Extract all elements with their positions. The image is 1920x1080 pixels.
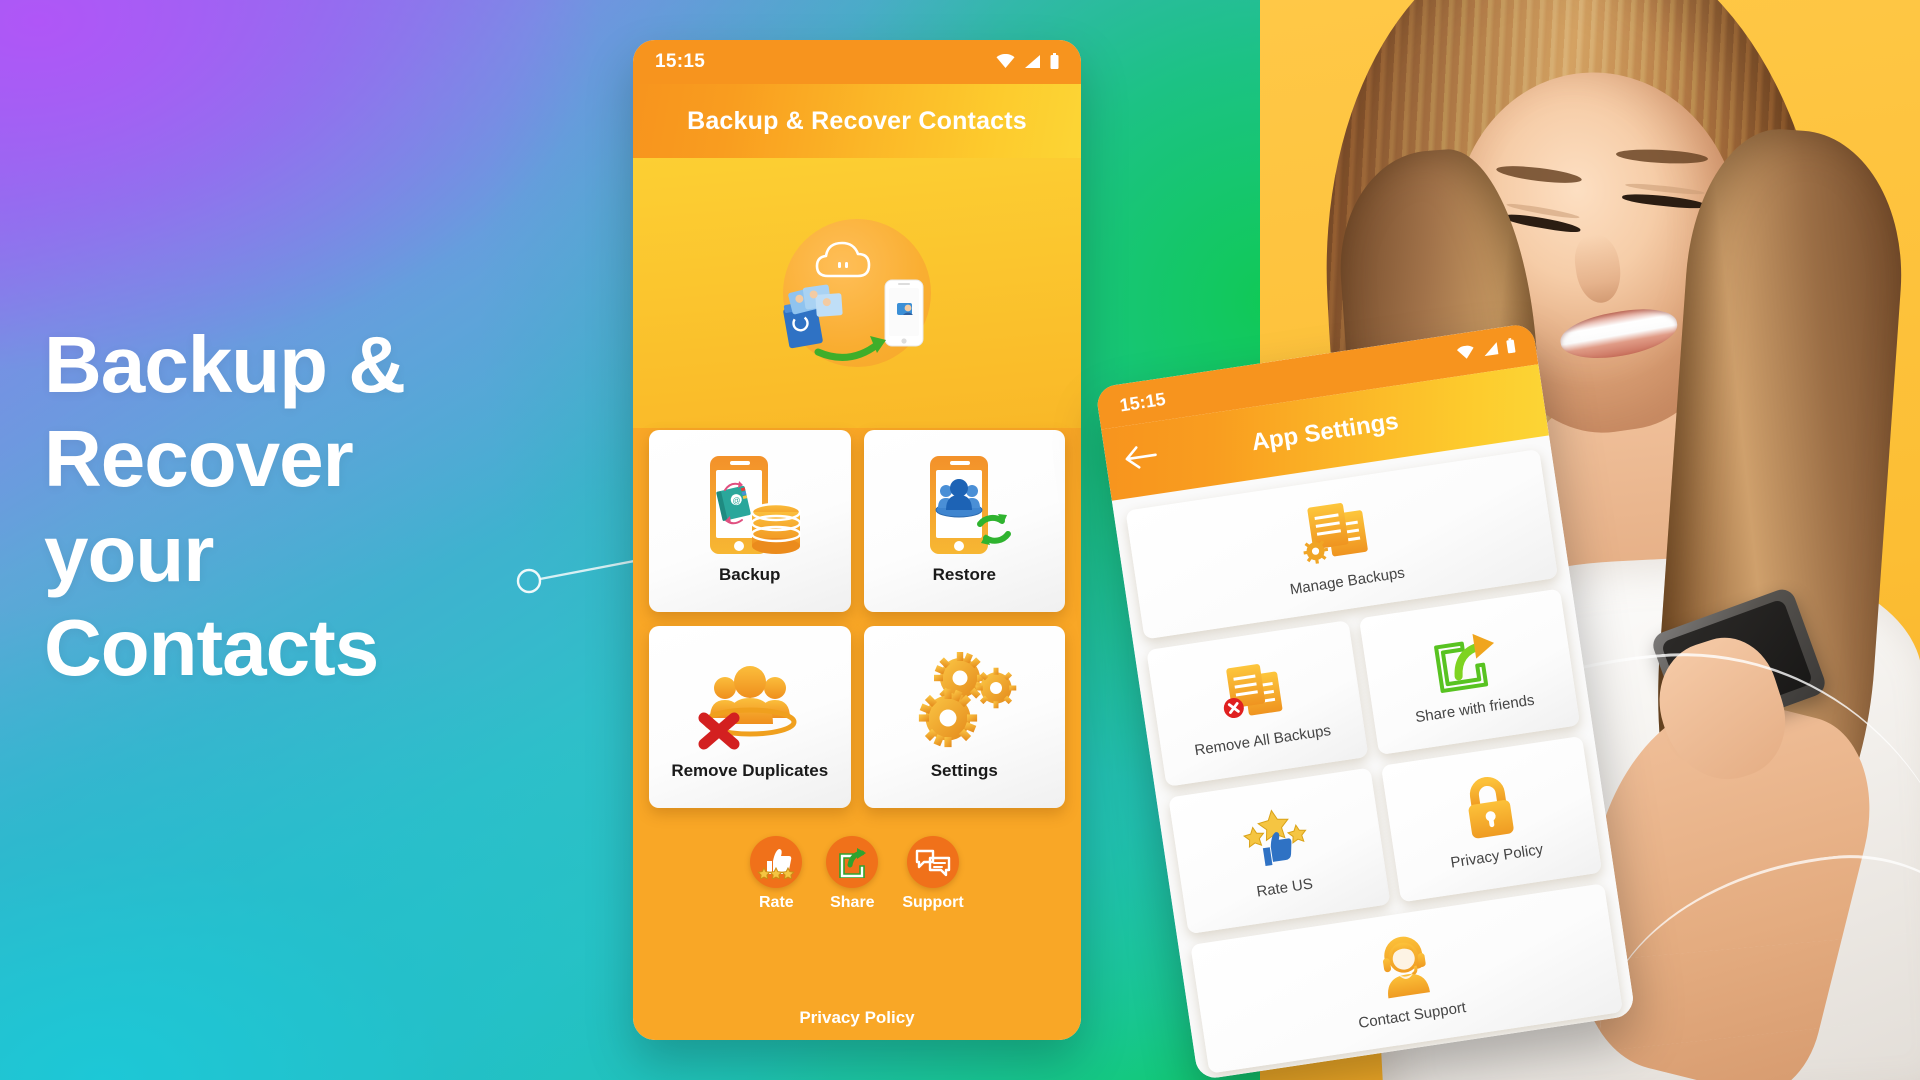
arrow-left-icon[interactable] [1122, 442, 1160, 478]
share-with-friends-item[interactable]: Share with friends [1358, 588, 1581, 756]
phone-backup-database-icon: @ [694, 447, 806, 565]
remove-duplicates-card[interactable]: Remove Duplicates [649, 626, 851, 808]
wifi-icon [996, 53, 1015, 68]
share-green-arrow-icon [1428, 621, 1507, 699]
settings-card[interactable]: Settings [863, 626, 1065, 808]
rate-quick-action-label: Rate [758, 894, 794, 911]
settings-app-title: App Settings [1249, 407, 1401, 457]
stars-thumbs-up-icon [1237, 800, 1318, 878]
status-bar: 15:15 [633, 40, 1081, 84]
settings-content: Manage Backups Remove All Backups Share … [1111, 435, 1636, 1080]
lock-icon [1457, 770, 1522, 846]
support-quick-action[interactable]: Support [902, 836, 964, 912]
share-arrow-icon [826, 836, 879, 888]
signal-icon [1484, 341, 1499, 356]
duplicate-contacts-remove-icon [690, 643, 810, 761]
settings-status-time: 15:15 [1118, 388, 1167, 415]
rate-us-label: Rate US [1255, 875, 1315, 901]
privacy-policy-item[interactable]: Privacy Policy [1380, 735, 1603, 903]
headline-line-1: Backup & [44, 320, 406, 409]
status-time: 15:15 [655, 51, 706, 72]
callout-connector [516, 557, 645, 594]
quick-actions: Rate Share Support [633, 836, 1081, 912]
wifi-icon [1456, 345, 1474, 359]
settings-status-icons [1456, 337, 1517, 361]
remove-all-backups-item[interactable]: Remove All Backups [1146, 620, 1368, 787]
headline-line-2: Recover [44, 414, 354, 504]
rate-us-item[interactable]: Rate US [1168, 767, 1391, 935]
share-quick-action-label: Share [830, 894, 875, 911]
app-bar: Backup & Recover Contacts [633, 84, 1081, 158]
restore-card-label: Restore [932, 565, 996, 584]
cloud-icon [815, 241, 871, 278]
status-icons [996, 53, 1059, 69]
cloud-restore-illustration [783, 241, 924, 361]
share-with-friends-label: Share with friends [1414, 691, 1536, 727]
main-content: @ Backup Restore Remove Duplicates Setti… [633, 428, 1081, 1040]
signal-icon [1025, 54, 1040, 68]
headline-line-3: your [44, 508, 214, 598]
headline-line-4: Contacts [44, 603, 379, 693]
green-arrow-icon [814, 336, 886, 361]
app-title: Backup & Recover Contacts [687, 106, 1027, 135]
feature-row-1: @ Backup Restore [649, 430, 1065, 612]
hero-banner [633, 158, 1081, 428]
contact-support-label: Contact Support [1357, 999, 1468, 1032]
privacy-policy-link[interactable]: Privacy Policy [633, 1008, 1081, 1028]
documents-delete-icon [1215, 653, 1296, 731]
thumbs-up-stars-icon [750, 836, 803, 888]
backup-card[interactable]: @ Backup [649, 430, 851, 612]
battery-icon [1506, 337, 1516, 354]
remove-duplicates-card-label: Remove Duplicates [671, 761, 829, 780]
screenshot-stage: Backup & Recover your Contacts 15:15 Bac… [0, 0, 1920, 1080]
feature-grid: @ Backup Restore Remove Duplicates Setti… [633, 428, 1081, 808]
gears-icon [908, 643, 1020, 761]
share-quick-action[interactable]: Share [826, 836, 879, 912]
headset-agent-icon [1369, 928, 1440, 1004]
battery-icon [1050, 53, 1059, 69]
remove-all-backups-label: Remove All Backups [1193, 722, 1332, 760]
chat-bubbles-icon [906, 836, 959, 888]
phone-restore-contacts-icon [908, 447, 1020, 565]
documents-gear-icon [1296, 493, 1383, 572]
phone-icon [884, 279, 924, 347]
page-title: Backup & Recover your Contacts [44, 318, 564, 696]
phone-main-screen: 15:15 Backup & Recover Contacts @ Backup… [633, 40, 1081, 1040]
rate-quick-action[interactable]: Rate [750, 836, 803, 912]
restore-card[interactable]: Restore [863, 430, 1065, 612]
privacy-policy-label: Privacy Policy [1449, 840, 1545, 872]
backup-card-label: Backup [719, 565, 781, 584]
support-quick-action-label: Support [902, 894, 964, 911]
feature-row-2: Remove Duplicates Settings [649, 626, 1065, 808]
settings-card-label: Settings [930, 761, 998, 780]
